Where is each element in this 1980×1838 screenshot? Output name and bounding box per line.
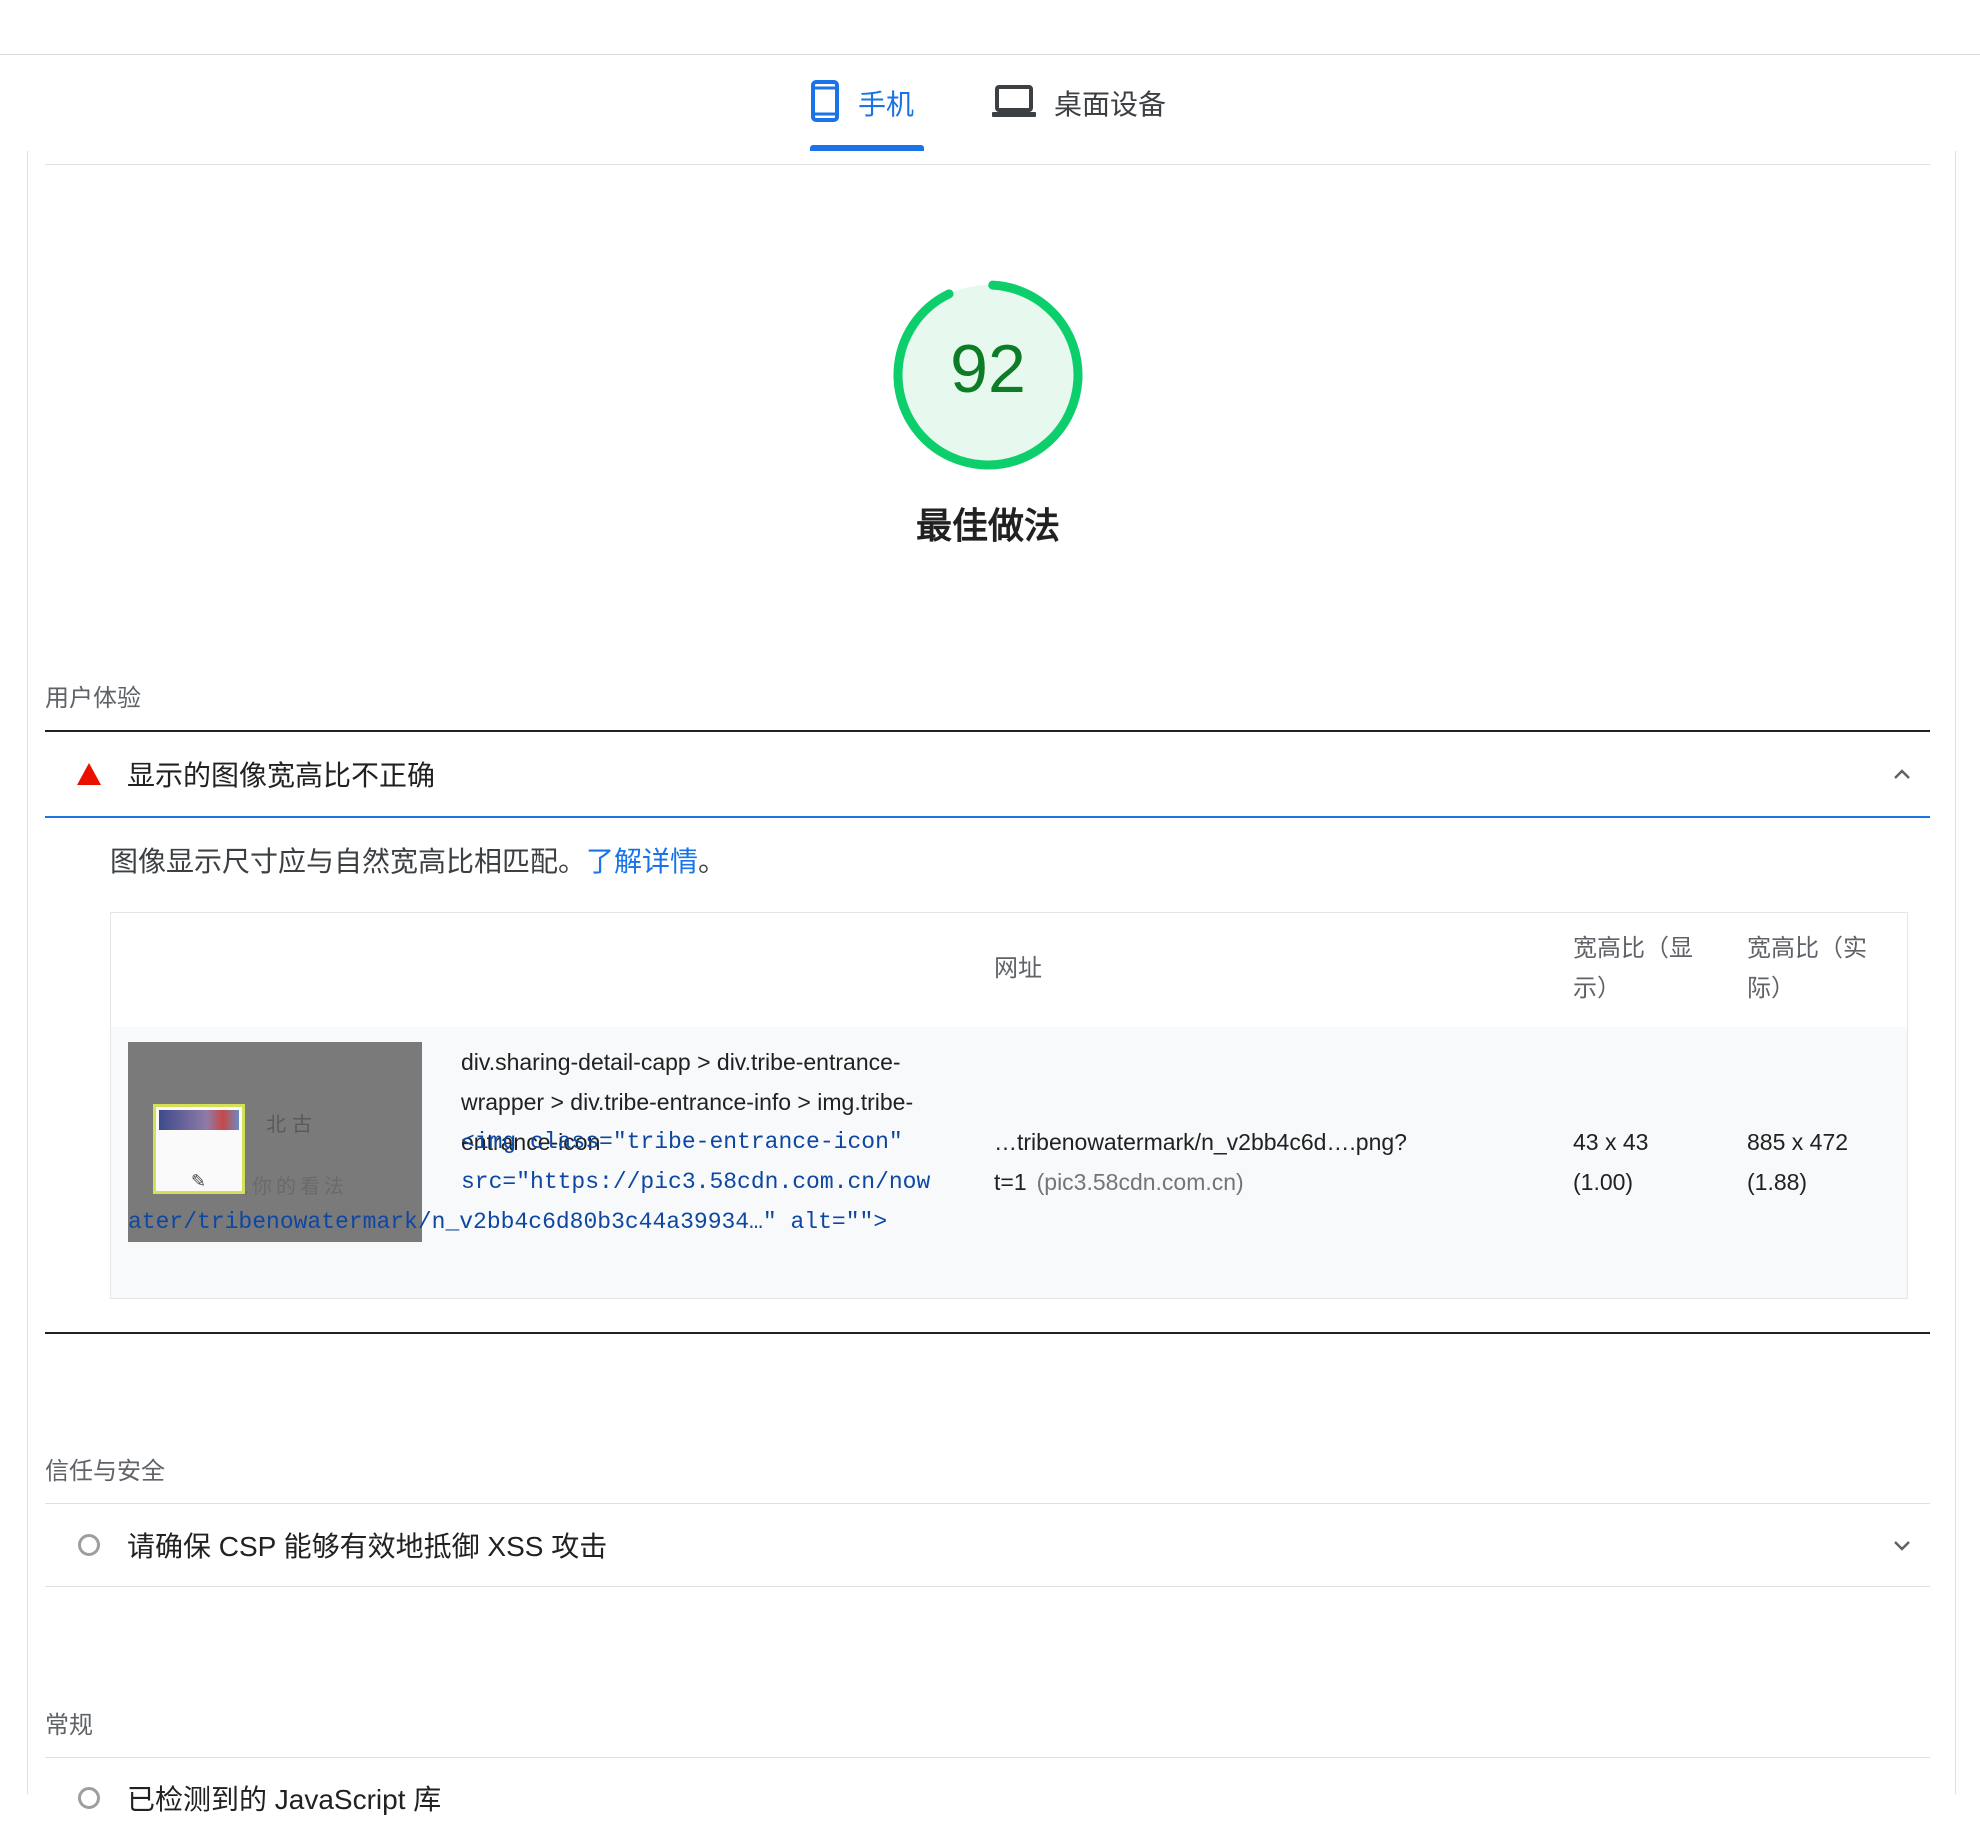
smartphone-icon <box>810 79 840 128</box>
header-url: 网址 <box>994 955 1042 982</box>
group-title-trust: 信任与安全 <box>45 1458 165 1485</box>
chevron-up-icon[interactable] <box>1890 762 1914 786</box>
actual-ratio: (1.88) <box>1747 1169 1808 1195</box>
tab-mobile[interactable]: 手机 <box>810 55 914 151</box>
header-displayed-line2: 示） <box>1573 975 1621 1002</box>
url-path: …tribenowatermark/n_v2bb4c6d….png? <box>994 1129 1407 1155</box>
device-tabs: 手机 桌面设备 <box>0 55 1980 151</box>
info-circle-icon <box>71 1534 107 1556</box>
score-value: 92 <box>950 331 1026 407</box>
fail-triangle-icon <box>71 762 107 786</box>
header-actual-line2: 际） <box>1747 975 1795 1002</box>
group-title-ux: 用户体验 <box>45 685 141 712</box>
header-displayed: 宽高比（显 示） <box>1573 929 1693 1009</box>
actual-aspect-ratio: 885 x 472 (1.88) <box>1747 1122 1887 1202</box>
category-title: 最佳做法 <box>915 505 1060 546</box>
header-actual: 宽高比（实 际） <box>1747 929 1867 1009</box>
resource-url[interactable]: …tribenowatermark/n_v2bb4c6d….png? t=1 (p… <box>994 1122 1444 1202</box>
tab-mobile-label: 手机 <box>858 89 915 120</box>
tab-desktop-label: 桌面设备 <box>1054 89 1167 120</box>
url-query: t=1 <box>994 1169 1027 1195</box>
selector-line: div.sharing-detail-capp > div.tribe-entr… <box>461 1049 901 1075</box>
audit-title: 请确保 CSP 能够有效地抵御 XSS 攻击 <box>127 1531 608 1562</box>
table-header: 网址 宽高比（显 示） 宽高比（实 际） <box>111 913 1907 1027</box>
active-tab-indicator <box>810 145 924 151</box>
group-divider <box>45 730 1930 732</box>
audit-description-text: 图像显示尺寸应与自然宽高比相匹配。 <box>110 846 587 877</box>
audit-title: 显示的图像宽高比不正确 <box>127 760 436 791</box>
top-bar <box>0 0 1980 55</box>
displayed-aspect-ratio: 43 x 43 (1.00) <box>1573 1122 1713 1202</box>
audit-image-aspect-ratio[interactable]: 显示的图像宽高比不正确 <box>45 734 1930 814</box>
audit-csp-xss[interactable]: 请确保 CSP 能够有效地抵御 XSS 攻击 <box>45 1505 1930 1585</box>
group-divider <box>45 1503 1930 1504</box>
group-title-general: 常规 <box>45 1712 93 1739</box>
report-frame-right <box>1955 151 1956 1794</box>
displayed-size: 43 x 43 <box>1573 1129 1649 1155</box>
displayed-ratio: (1.00) <box>1573 1169 1634 1195</box>
audit-divider <box>45 1586 1930 1587</box>
header-actual-line1: 宽高比（实 <box>1747 935 1867 962</box>
laptop-icon <box>992 84 1036 123</box>
selector-line: wrapper > div.tribe-entrance-info > img.… <box>461 1089 914 1115</box>
report-frame-top <box>45 164 1930 165</box>
audit-title: 已检测到的 JavaScript 库 <box>127 1784 442 1815</box>
chevron-down-icon[interactable] <box>1890 1533 1914 1557</box>
audit-js-libraries[interactable]: 已检测到的 JavaScript 库 <box>45 1758 1930 1838</box>
header-displayed-line1: 宽高比（显 <box>1573 935 1693 962</box>
actual-size: 885 x 472 <box>1747 1129 1849 1155</box>
url-origin: (pic3.58cdn.com.cn) <box>1036 1169 1244 1195</box>
audit-expanded-divider <box>45 816 1930 818</box>
group-divider <box>45 1332 1930 1334</box>
report-frame-left <box>27 151 28 1794</box>
audit-description: 图像显示尺寸应与自然宽高比相匹配。了解详情。 <box>110 840 726 880</box>
details-table: 网址 宽高比（显 示） 宽高比（实 际） 北古 说你的看法 ✎ div.shar… <box>110 912 1908 1299</box>
audit-description-end: 。 <box>698 846 727 877</box>
learn-more-link[interactable]: 了解详情 <box>586 846 698 877</box>
snippet-line: ater/tribenowatermark/n_v2bb4c6d80b3c44a… <box>128 1209 888 1235</box>
tab-desktop[interactable]: 桌面设备 <box>992 55 1166 151</box>
info-circle-icon <box>71 1787 107 1809</box>
